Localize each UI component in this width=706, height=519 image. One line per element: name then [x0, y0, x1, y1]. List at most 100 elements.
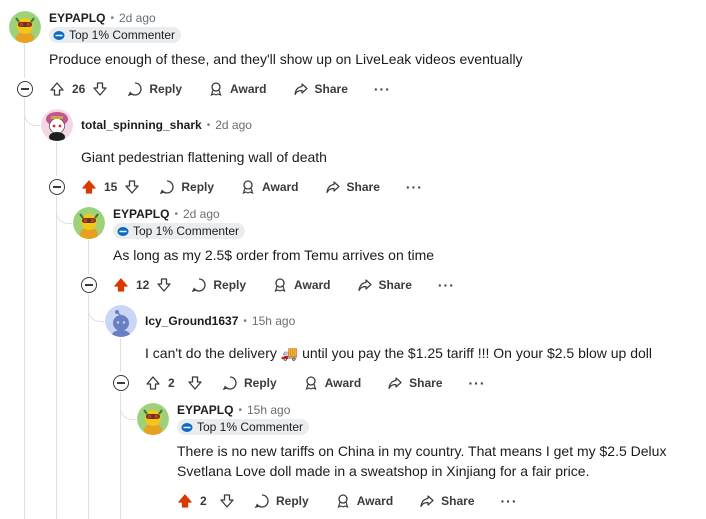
vote-count: 15: [104, 180, 118, 194]
timestamp[interactable]: 15h ago: [252, 314, 295, 328]
share-icon: [388, 377, 402, 390]
share-button[interactable]: Share: [351, 272, 418, 298]
reply-button[interactable]: Reply: [216, 370, 283, 396]
comment-actions: 12 Reply Award Share ···: [112, 272, 461, 298]
share-icon: [293, 83, 308, 96]
thread-rail-avatar-3: [88, 240, 89, 274]
award-label: Award: [356, 494, 394, 508]
comment-body-line-2: Svetlana Love doll made in a sweatshop i…: [177, 463, 590, 479]
snoo-default-blue-icon: [105, 305, 137, 337]
avatar[interactable]: [41, 109, 73, 141]
share-label: Share: [346, 180, 380, 194]
downvote-icon[interactable]: [123, 178, 141, 196]
thread-connector: [24, 98, 40, 126]
reply-icon: [160, 180, 174, 195]
more-options-button[interactable]: ···: [432, 277, 461, 293]
separator-dot: •: [243, 315, 247, 327]
reply-button[interactable]: Reply: [153, 174, 220, 200]
comment-body: I can't do the delivery 🚚 until you pay …: [145, 345, 653, 361]
user-flair: Top 1% Commenter: [49, 27, 182, 43]
separator-dot: •: [110, 12, 114, 24]
reply-button[interactable]: Reply: [185, 272, 252, 298]
vote-count: 26: [72, 82, 86, 96]
thread-rail-level-1: [24, 98, 25, 519]
timestamp[interactable]: 2d ago: [215, 118, 252, 132]
more-options-button[interactable]: ···: [463, 375, 492, 391]
upvote-icon[interactable]: [48, 80, 66, 98]
share-label: Share: [409, 376, 443, 390]
reply-label: Reply: [276, 494, 309, 508]
timestamp[interactable]: 2d ago: [183, 207, 220, 221]
award-button[interactable]: Award: [297, 370, 367, 396]
award-button[interactable]: Award: [329, 488, 399, 514]
username[interactable]: total_spinning_shark: [81, 118, 202, 132]
share-label: Share: [441, 494, 475, 508]
commenter-badge-icon: [53, 31, 65, 40]
upvote-icon[interactable]: [80, 178, 98, 196]
snoo-pink-hair-icon: [41, 109, 73, 141]
more-options-button[interactable]: ···: [400, 179, 429, 195]
reply-icon: [254, 494, 269, 509]
reply-icon: [128, 82, 142, 97]
share-button[interactable]: Share: [381, 370, 448, 396]
timestamp[interactable]: 2d ago: [119, 11, 156, 25]
username[interactable]: EYPAPLQ: [49, 11, 105, 25]
vote-count: 12: [136, 278, 150, 292]
award-label: Award: [294, 278, 331, 292]
flair-label: Top 1% Commenter: [197, 420, 304, 434]
award-icon: [305, 376, 317, 391]
share-button[interactable]: Share: [413, 488, 480, 514]
avatar[interactable]: [105, 305, 137, 337]
commenter-badge-icon: [181, 423, 193, 432]
share-icon: [325, 181, 340, 194]
thread-connector: [120, 392, 136, 420]
username[interactable]: EYPAPLQ: [177, 403, 233, 417]
more-options-button[interactable]: ···: [368, 81, 397, 97]
thread-rail-avatar-1: [24, 44, 25, 78]
award-icon: [274, 278, 286, 293]
snoo-goggles-icon: [137, 403, 169, 435]
share-icon: [420, 495, 434, 508]
downvote-icon[interactable]: [186, 374, 204, 392]
vote-count: 2: [200, 494, 207, 508]
collapse-thread-button[interactable]: [17, 81, 33, 97]
award-button[interactable]: Award: [234, 174, 304, 200]
share-button[interactable]: Share: [287, 76, 354, 102]
username[interactable]: EYPAPLQ: [113, 207, 169, 221]
separator-dot: •: [174, 208, 178, 220]
comment-body: Giant pedestrian flattening wall of deat…: [81, 149, 327, 165]
timestamp[interactable]: 15h ago: [247, 403, 290, 417]
comment-actions: 2 Reply Award Share ···: [176, 488, 524, 514]
upvote-icon[interactable]: [144, 374, 162, 392]
comment-meta: EYPAPLQ • 2d ago: [113, 206, 220, 222]
thread-rail-level-3: [88, 294, 89, 519]
comment-body: Produce enough of these, and they'll sho…: [49, 51, 523, 67]
flair-label: Top 1% Commenter: [133, 224, 240, 238]
collapse-thread-button[interactable]: [113, 375, 129, 391]
downvote-icon[interactable]: [91, 80, 109, 98]
reply-label: Reply: [149, 82, 183, 96]
collapse-thread-button[interactable]: [81, 277, 97, 293]
user-flair: Top 1% Commenter: [113, 223, 246, 239]
award-icon: [210, 82, 222, 97]
share-button[interactable]: Share: [319, 174, 386, 200]
commenter-badge-icon: [117, 227, 129, 236]
upvote-icon[interactable]: [176, 492, 194, 510]
award-button[interactable]: Award: [202, 76, 272, 102]
comment-body-line-1: There is no new tariffs on China in my c…: [177, 443, 667, 459]
share-label: Share: [314, 82, 348, 96]
reply-button[interactable]: Reply: [248, 488, 315, 514]
share-icon: [357, 279, 372, 292]
vote-count: 2: [168, 376, 175, 390]
downvote-icon[interactable]: [218, 492, 236, 510]
upvote-icon[interactable]: [112, 276, 130, 294]
collapse-thread-button[interactable]: [49, 179, 65, 195]
award-button[interactable]: Award: [266, 272, 336, 298]
more-options-button[interactable]: ···: [495, 493, 524, 509]
username[interactable]: Icy_Ground1637: [145, 314, 238, 328]
avatar[interactable]: [137, 403, 169, 435]
reply-button[interactable]: Reply: [121, 76, 188, 102]
avatar[interactable]: [9, 11, 41, 43]
avatar[interactable]: [73, 207, 105, 239]
downvote-icon[interactable]: [155, 276, 173, 294]
